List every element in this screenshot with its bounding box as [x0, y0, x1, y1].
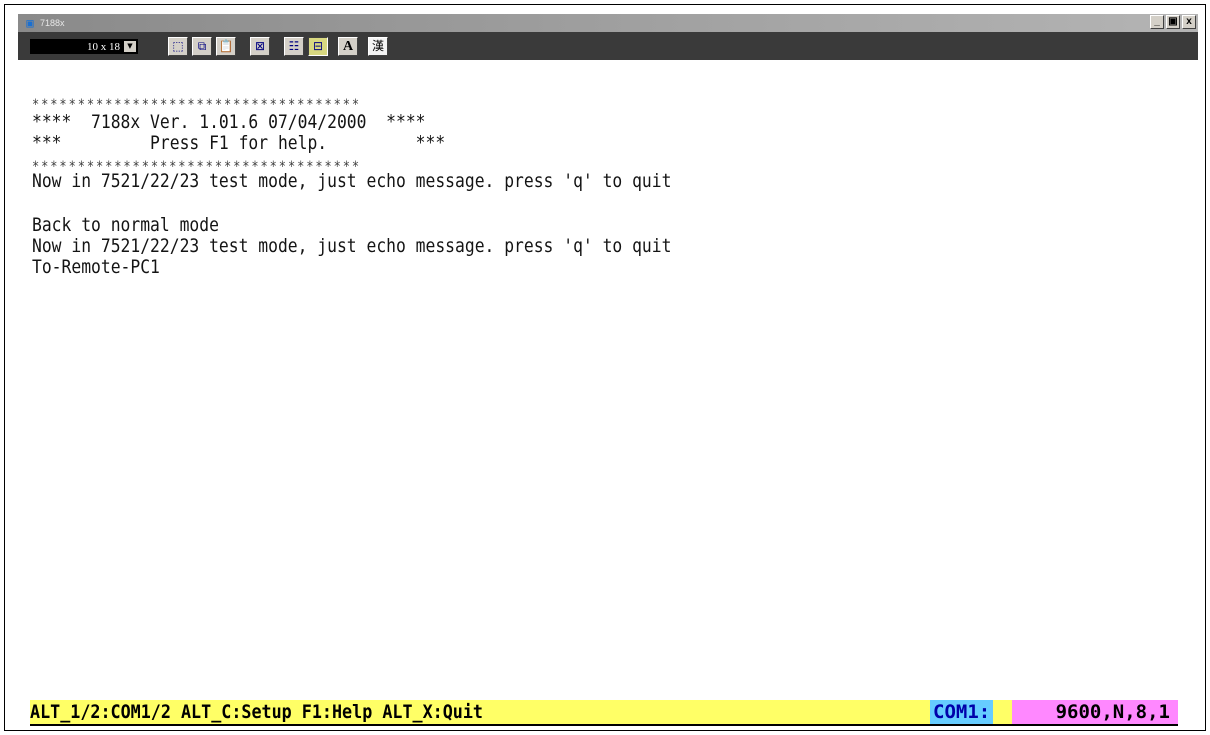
fullscreen-icon[interactable]: ⊠ [250, 37, 270, 56]
console-line: Now in 7521/22/23 test mode, just echo m… [32, 235, 672, 257]
properties-icon[interactable]: ☷ [284, 37, 304, 56]
minimize-button[interactable]: _ [1150, 15, 1164, 29]
mark-icon[interactable]: ⬚ [168, 37, 188, 56]
terminal-app-icon[interactable]: ▣ [22, 15, 38, 31]
shortcut-help: ALT_1/2:COM1/2 ALT_C:Setup F1:Help ALT_X… [30, 701, 483, 723]
console-line: **** 7188x Ver. 1.01.6 07/04/2000 **** [32, 111, 426, 133]
title-bar[interactable]: ▣ 7188x _ ▣ x [18, 14, 1198, 32]
font-icon[interactable]: A [338, 37, 358, 56]
console-output[interactable]: ************************************ ***… [32, 92, 1182, 692]
toolbar: 10 x 18 ▼ ⬚ ⧉ 📋 ⊠ ☷ ⊟ A 漢 [18, 32, 1198, 60]
close-button[interactable]: x [1182, 15, 1196, 29]
font-size-select[interactable]: 10 x 18 ▼ [30, 39, 138, 54]
status-bar: ALT_1/2:COM1/2 ALT_C:Setup F1:Help ALT_X… [30, 700, 1178, 726]
console-line: Now in 7521/22/23 test mode, just echo m… [32, 170, 672, 192]
font-size-value: 10 x 18 [87, 40, 120, 53]
console-line: *** Press F1 for help. *** [32, 132, 446, 154]
paste-icon[interactable]: 📋 [216, 37, 236, 56]
background-icon[interactable]: ⊟ [308, 37, 328, 56]
maximize-button[interactable]: ▣ [1166, 15, 1180, 29]
chevron-down-icon[interactable]: ▼ [124, 41, 136, 52]
console-line: To-Remote-PC1 [32, 256, 160, 278]
com-port-settings: 9600,N,8,1 [1012, 700, 1178, 724]
com-port-label: COM1: [930, 700, 994, 724]
copy-icon[interactable]: ⧉ [192, 37, 212, 56]
window-title: 7188x [40, 18, 65, 28]
console-line: Back to normal mode [32, 214, 219, 236]
window-controls: _ ▣ x [1150, 15, 1196, 29]
kanji-icon[interactable]: 漢 [368, 37, 388, 56]
